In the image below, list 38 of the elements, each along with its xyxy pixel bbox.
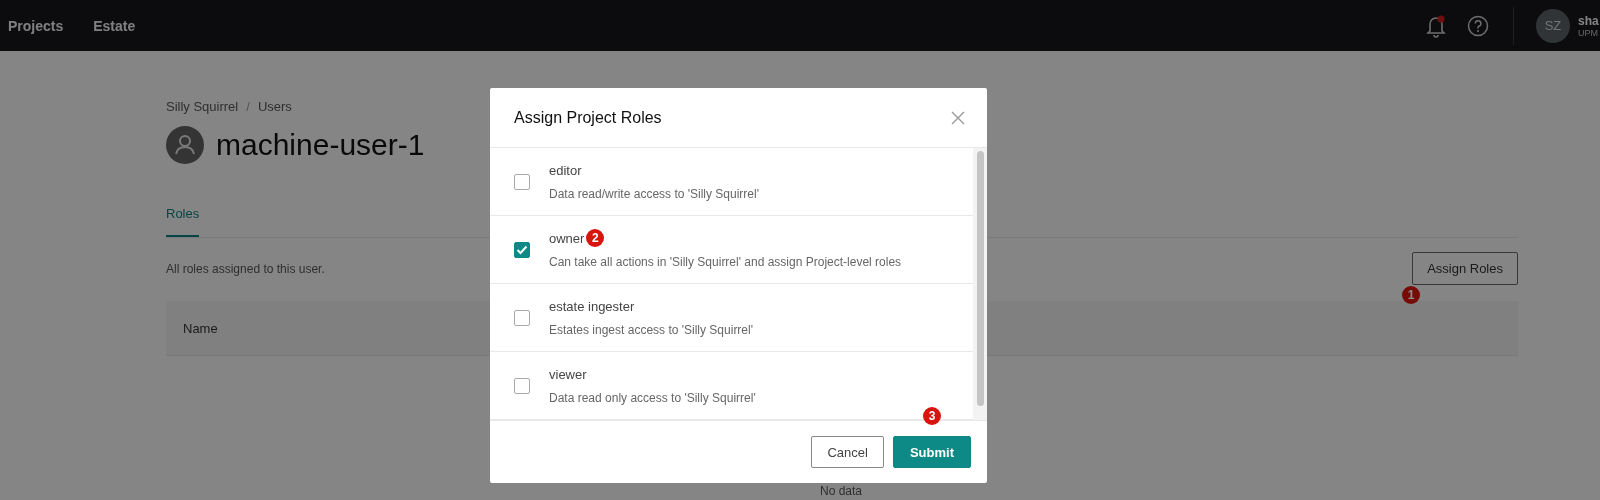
- user-avatar[interactable]: SZ: [1536, 8, 1570, 43]
- cancel-button[interactable]: Cancel: [811, 436, 884, 468]
- step-badge: 1: [1402, 286, 1420, 304]
- role-name: editor: [549, 162, 582, 178]
- role-name: estate ingester: [549, 298, 635, 314]
- checkbox[interactable]: [514, 173, 530, 190]
- role-description: Data read/write access to 'Silly Squirrel': [549, 187, 759, 201]
- role-description: Estates ingest access to 'Silly Squirrel': [549, 323, 753, 337]
- user-icon: [166, 126, 204, 164]
- breadcrumb-separator: /: [246, 99, 250, 114]
- bell-icon[interactable]: [1425, 13, 1447, 38]
- role-name: viewer: [549, 366, 587, 382]
- close-icon[interactable]: [951, 110, 965, 125]
- assign-roles-button[interactable]: Assign Roles: [1412, 252, 1518, 285]
- role-description: Data read only access to 'Silly Squirrel': [549, 391, 756, 405]
- nav-link[interactable]: Projects: [8, 17, 64, 34]
- submit-button[interactable]: Submit: [892, 436, 971, 468]
- description-text: All roles assigned to this user.: [166, 261, 325, 276]
- dialog-title: Assign Project Roles: [514, 108, 662, 127]
- column-header: Name: [183, 320, 218, 336]
- scrollbar[interactable]: [973, 148, 987, 420]
- breadcrumb-link[interactable]: Silly Squirrel: [166, 99, 239, 114]
- checkbox[interactable]: [514, 309, 530, 326]
- checkbox[interactable]: [514, 241, 530, 258]
- step-badge: 3: [923, 407, 941, 425]
- step-badge: 2: [586, 229, 605, 247]
- role-description: Can take all actions in 'Silly Squirrel' and assign Project-level roles: [549, 255, 902, 269]
- scrollbar-thumb[interactable]: [976, 151, 984, 406]
- user-org: UPM: [1578, 27, 1599, 38]
- tab[interactable]: Roles: [166, 202, 200, 237]
- checkbox[interactable]: [514, 377, 530, 394]
- page-title: machine-user-1: [216, 128, 425, 162]
- role-name: owner: [549, 230, 585, 246]
- nav-link[interactable]: Estate: [93, 17, 136, 34]
- breadcrumb-link[interactable]: Users: [257, 99, 292, 114]
- empty-text: No data: [820, 484, 863, 498]
- help-icon[interactable]: [1467, 14, 1489, 37]
- user-name: sha: [1578, 13, 1600, 28]
